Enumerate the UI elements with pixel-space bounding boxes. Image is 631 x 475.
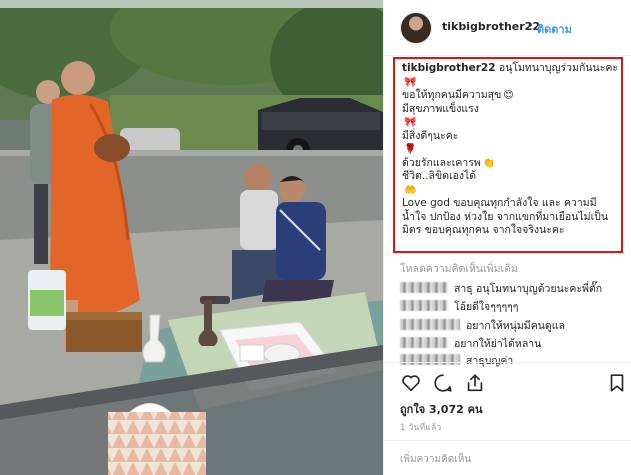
comment-username-redacted[interactable] <box>400 319 460 330</box>
caption-line: มีสิ่งดีๆนะคะ <box>402 130 618 144</box>
caption-text: อนุโมทนาบุญร่วมกันนะคะ <box>498 62 619 74</box>
caption-text: มีสุขภาพแข็งแรง <box>402 102 479 115</box>
clap-hand-icon: 👏 <box>482 157 496 169</box>
caption-line: tikbigbrother22 อนุโมทนาบุญร่วมกันนะคะ <box>402 62 618 76</box>
comment-text: อยากให้ย่าได้หลาน <box>454 338 542 350</box>
comment-item: สาธุ อนุโมทนาบุญด้วยนะคะพี่ตั๊ก <box>400 280 602 297</box>
caption-text: ขอให้ทุกคนมีความสุข <box>402 89 502 101</box>
temple-offering-photo <box>0 0 383 475</box>
caption-line: มิตร ขอบคุณทุกคน จากใจจริงนะคะ <box>402 224 618 238</box>
caption-text: มิตร ขอบคุณทุกคน จากใจจริงนะคะ <box>402 224 565 236</box>
load-more-comments-link[interactable]: โหลดความคิดเห็นเพิ่มเติม <box>400 260 518 277</box>
add-comment-input[interactable]: เพิ่มความคิดเห็น <box>400 452 471 467</box>
caption-text: น้ำใจ ปกป้อง ห่วงใย จากแขกที่มาเยือนไม่เ… <box>402 210 609 223</box>
comment-text: สาธุ อนุโมทนาบุญด้วยนะคะพี่ตั๊ก <box>454 283 603 295</box>
post-side-panel: tikbigbrother22 • ติดตาม tikbigbrother22… <box>383 0 631 475</box>
caption-username[interactable]: tikbigbrother22 <box>402 62 496 74</box>
add-comment-bar: เพิ่มความคิดเห็น <box>384 440 631 475</box>
caption-line: น้ำใจ ปกป้อง ห่วงใย จากแขกที่มาเยือนไม่เ… <box>402 211 618 225</box>
post-photo[interactable] <box>0 0 383 475</box>
caption-line: 🎀 <box>402 76 618 90</box>
caption-line: Love god ขอบคุณทุกกำลังใจ และ ความมี <box>402 197 618 211</box>
caption-text: ชีวิต..ลิขิตเองได้ <box>402 170 477 182</box>
smile-face-icon: 😊 <box>503 90 514 101</box>
rose-icon: 🌹 <box>404 144 417 155</box>
ribbon-icon: 🎀 <box>404 117 417 128</box>
caption-line: ชีวิต..ลิขิตเองได้ <box>402 170 618 184</box>
comment-item: อยากให้หนุ่มมีคนดูแล <box>400 317 565 334</box>
likes-count[interactable]: ถูกใจ 3,072 คน <box>400 400 482 418</box>
bookmark-icon[interactable] <box>606 372 628 394</box>
share-icon[interactable] <box>464 372 486 394</box>
comment-text: อยากให้หนุ่มมีคนดูแล <box>466 320 565 332</box>
caption-text: มีสิ่งดีๆนะคะ <box>402 129 459 142</box>
caption-line: ขอให้ทุกคนมีความสุข 😊 <box>402 89 618 103</box>
post-actions-bar <box>384 362 631 398</box>
comment-username-redacted[interactable] <box>400 300 448 311</box>
caption-line: 🌹 <box>402 143 618 157</box>
caption-line: ด้วยรักและเคารพ 👏 <box>402 157 618 171</box>
caption-line: 🎀 <box>402 116 618 130</box>
caption-text: ด้วยรักและเคารพ <box>402 156 481 169</box>
header-separator: • <box>527 19 534 32</box>
post-header: tikbigbrother22 • ติดตาม <box>384 0 631 56</box>
avatar[interactable] <box>400 12 432 44</box>
heart-icon[interactable] <box>400 372 422 394</box>
post-timestamp[interactable]: 1 วันที่แล้ว <box>400 420 441 434</box>
comment-item: อยากให้ย่าได้หลาน <box>400 335 541 352</box>
comment-username-redacted[interactable] <box>400 282 448 293</box>
post-caption: tikbigbrother22 อนุโมทนาบุญร่วมกันนะคะ 🎀… <box>402 62 618 238</box>
header-username[interactable]: tikbigbrother22 <box>442 20 540 33</box>
ribbon-icon: 🎀 <box>404 76 417 88</box>
caption-text: Love god ขอบคุณทุกกำลังใจ และ ความมี <box>402 197 597 209</box>
follow-button[interactable]: ติดตาม <box>537 20 572 38</box>
blue-hand-icon: 🤲 <box>404 184 417 196</box>
comment-item: โอ้ยดีใจๆๆๆๆๆ <box>400 298 518 315</box>
caption-line: มีสุขภาพแข็งแรง <box>402 103 618 117</box>
caption-line: 🤲 <box>402 184 618 198</box>
comment-icon[interactable] <box>432 372 454 394</box>
comment-text: โอ้ยดีใจๆๆๆๆๆ <box>454 301 519 313</box>
comment-username-redacted[interactable] <box>400 337 448 348</box>
